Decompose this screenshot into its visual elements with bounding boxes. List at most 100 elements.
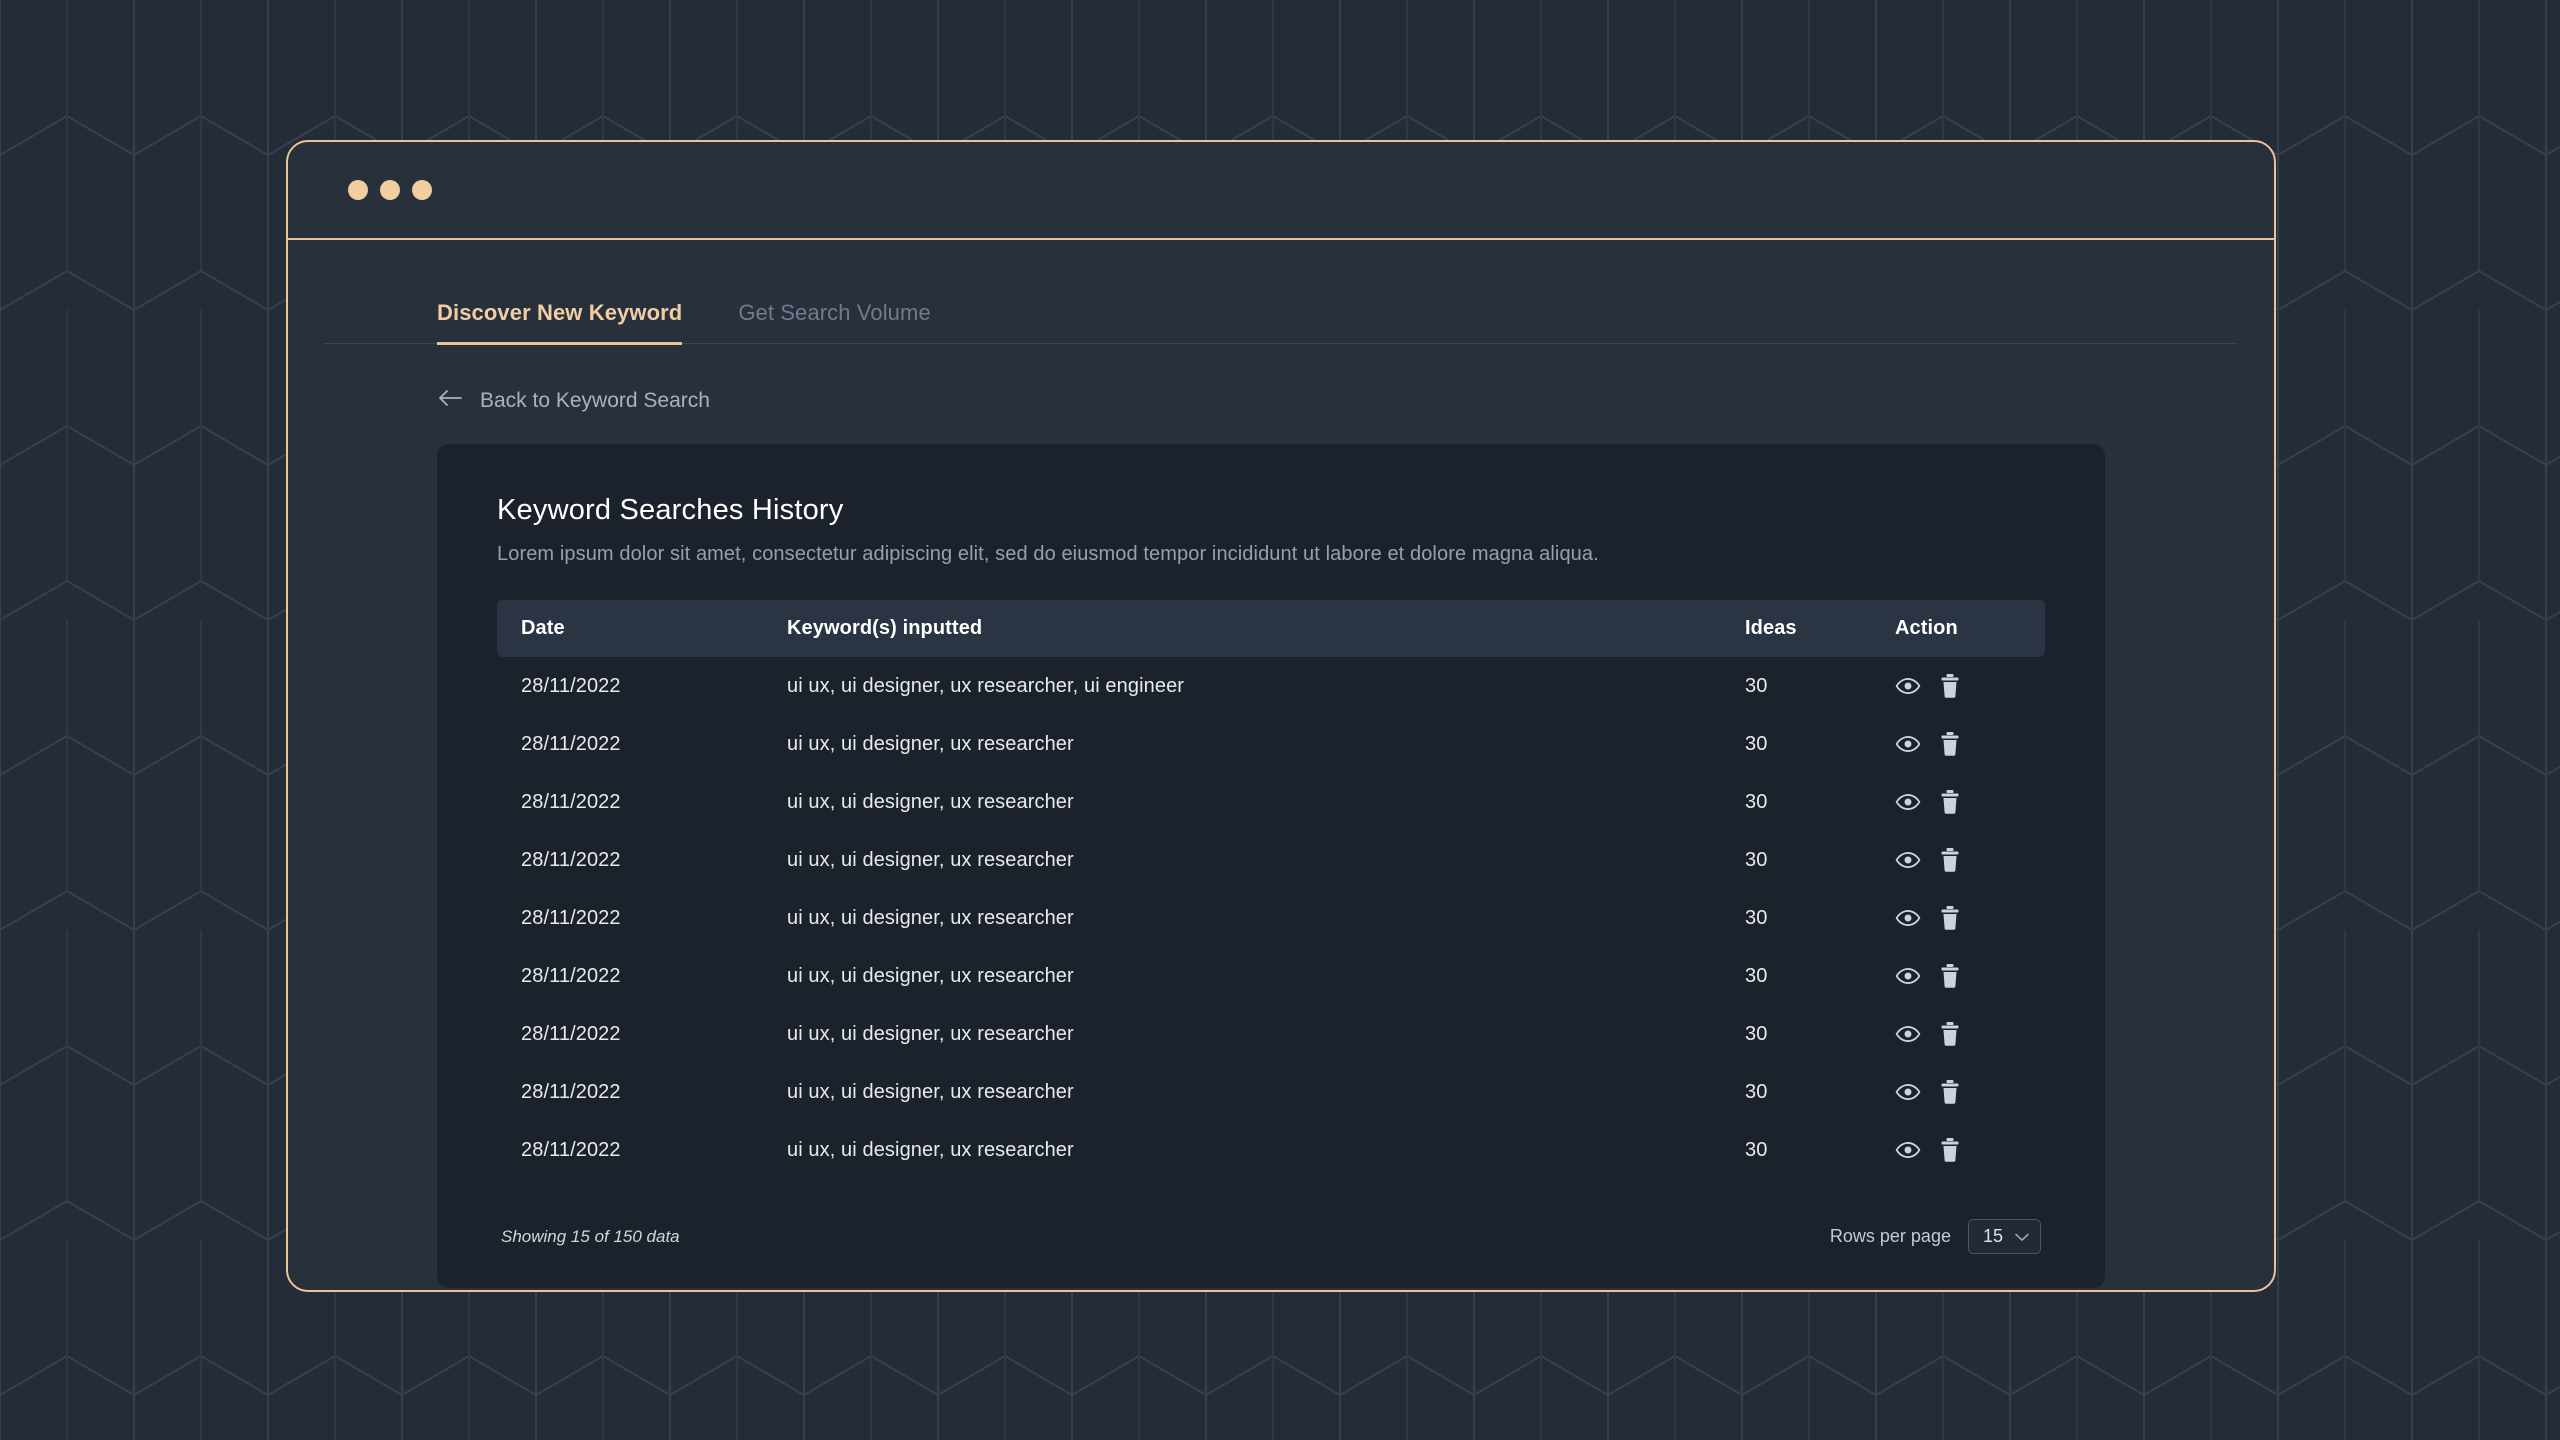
tab-get-search-volume[interactable]: Get Search Volume xyxy=(738,300,930,345)
row-action-group xyxy=(1895,731,2045,757)
column-header-date[interactable]: Date xyxy=(497,600,787,657)
table-row[interactable]: 28/11/2022 ui ux, ui designer, ux researc… xyxy=(497,889,2045,947)
cell-date: 28/11/2022 xyxy=(521,790,621,813)
cell-keywords: ui ux, ui designer, ux researcher xyxy=(787,732,1074,755)
table-row[interactable]: 28/11/2022 ui ux, ui designer, ux researc… xyxy=(497,773,2045,831)
cell-ideas: 30 xyxy=(1745,1080,1768,1103)
eye-icon xyxy=(1895,794,1921,818)
cell-ideas: 30 xyxy=(1745,848,1768,871)
delete-row-button[interactable] xyxy=(1938,905,1962,931)
eye-icon xyxy=(1895,1142,1921,1166)
keyword-history-table: Date Keyword(s) inputted Ideas Action 28… xyxy=(497,600,2045,1179)
cell-keywords: ui ux, ui designer, ux researcher xyxy=(787,1022,1074,1045)
trash-icon xyxy=(1938,848,1962,876)
arrow-left-icon xyxy=(437,388,463,414)
row-action-group xyxy=(1895,847,2045,873)
view-row-button[interactable] xyxy=(1895,1137,1921,1163)
view-row-button[interactable] xyxy=(1895,731,1921,757)
window-content: Discover New Keyword Get Search Volume B… xyxy=(288,300,2274,1290)
cell-ideas: 30 xyxy=(1745,732,1768,755)
window-titlebar xyxy=(288,142,2274,240)
cell-ideas: 30 xyxy=(1745,906,1768,929)
trash-icon xyxy=(1938,906,1962,934)
cell-date: 28/11/2022 xyxy=(521,1138,621,1161)
view-row-button[interactable] xyxy=(1895,673,1921,699)
eye-icon xyxy=(1895,968,1921,992)
cell-actions xyxy=(1895,889,2045,947)
cell-actions xyxy=(1895,657,2045,715)
cell-ideas: 30 xyxy=(1745,790,1768,813)
cell-actions xyxy=(1895,1121,2045,1179)
rows-per-page-control: Rows per page 15 xyxy=(1830,1219,2041,1254)
table-body: 28/11/2022 ui ux, ui designer, ux researc… xyxy=(497,657,2045,1179)
delete-row-button[interactable] xyxy=(1938,789,1962,815)
delete-row-button[interactable] xyxy=(1938,1137,1962,1163)
row-action-group xyxy=(1895,905,2045,931)
row-action-group xyxy=(1895,1021,2045,1047)
eye-icon xyxy=(1895,736,1921,760)
trash-icon xyxy=(1938,964,1962,992)
window-dot-yellow[interactable] xyxy=(380,180,400,200)
view-row-button[interactable] xyxy=(1895,905,1921,931)
delete-row-button[interactable] xyxy=(1938,847,1962,873)
window-dot-red[interactable] xyxy=(348,180,368,200)
cell-actions xyxy=(1895,947,2045,1005)
eye-icon xyxy=(1895,1084,1921,1108)
cell-date: 28/11/2022 xyxy=(521,732,621,755)
eye-icon xyxy=(1895,852,1921,876)
table-row[interactable]: 28/11/2022 ui ux, ui designer, ux researc… xyxy=(497,1121,2045,1179)
tab-label: Get Search Volume xyxy=(738,300,931,325)
table-row[interactable]: 28/11/2022 ui ux, ui designer, ux researc… xyxy=(497,831,2045,889)
cell-date: 28/11/2022 xyxy=(521,906,621,929)
table-header: Date Keyword(s) inputted Ideas Action xyxy=(497,600,2045,657)
view-row-button[interactable] xyxy=(1895,1079,1921,1105)
delete-row-button[interactable] xyxy=(1938,1021,1962,1047)
column-header-keywords[interactable]: Keyword(s) inputted xyxy=(787,600,1745,657)
showing-count-text: Showing 15 of 150 data xyxy=(501,1226,680,1246)
table-footer: Showing 15 of 150 data Rows per page 15 xyxy=(497,1219,2045,1254)
column-header-ideas[interactable]: Ideas xyxy=(1745,600,1895,657)
table-row[interactable]: 28/11/2022 ui ux, ui designer, ux researc… xyxy=(497,1063,2045,1121)
table-row[interactable]: 28/11/2022 ui ux, ui designer, ux researc… xyxy=(497,657,2045,715)
row-action-group xyxy=(1895,1137,2045,1163)
column-header-action: Action xyxy=(1895,617,1958,639)
eye-icon xyxy=(1895,678,1921,702)
cell-keywords: ui ux, ui designer, ux researcher xyxy=(787,848,1074,871)
row-action-group xyxy=(1895,789,2045,815)
view-row-button[interactable] xyxy=(1895,963,1921,989)
cell-actions xyxy=(1895,715,2045,773)
cell-date: 28/11/2022 xyxy=(521,1022,621,1045)
cell-actions xyxy=(1895,773,2045,831)
rows-per-page-label: Rows per page xyxy=(1829,1226,1951,1246)
trash-icon xyxy=(1938,1138,1962,1166)
cell-keywords: ui ux, ui designer, ux researcher xyxy=(787,964,1074,987)
window-dot-green[interactable] xyxy=(412,180,432,200)
tab-discover-new-keyword[interactable]: Discover New Keyword xyxy=(437,300,683,345)
cell-keywords: ui ux, ui designer, ux researcher xyxy=(787,1080,1074,1103)
cell-keywords: ui ux, ui designer, ux researcher, ui en… xyxy=(787,674,1185,697)
trash-icon xyxy=(1938,674,1962,702)
rows-per-page-select[interactable]: 15 xyxy=(1967,1219,2041,1254)
cell-date: 28/11/2022 xyxy=(521,674,621,697)
row-action-group xyxy=(1895,963,2045,989)
delete-row-button[interactable] xyxy=(1938,673,1962,699)
view-row-button[interactable] xyxy=(1895,847,1921,873)
view-row-button[interactable] xyxy=(1895,789,1921,815)
cell-ideas: 30 xyxy=(1745,1138,1768,1161)
table-row[interactable]: 28/11/2022 ui ux, ui designer, ux researc… xyxy=(497,1005,2045,1063)
table-row[interactable]: 28/11/2022 ui ux, ui designer, ux researc… xyxy=(497,715,2045,773)
cell-keywords: ui ux, ui designer, ux researcher xyxy=(787,790,1074,813)
tab-bar: Discover New Keyword Get Search Volume xyxy=(324,300,2238,345)
page-subtitle: Lorem ipsum dolor sit amet, consectetur … xyxy=(497,543,1599,565)
delete-row-button[interactable] xyxy=(1938,1079,1962,1105)
delete-row-button[interactable] xyxy=(1938,963,1962,989)
cell-keywords: ui ux, ui designer, ux researcher xyxy=(787,906,1074,929)
cell-ideas: 30 xyxy=(1745,1022,1768,1045)
eye-icon xyxy=(1895,910,1921,934)
delete-row-button[interactable] xyxy=(1938,731,1962,757)
cell-date: 28/11/2022 xyxy=(521,848,621,871)
back-to-keyword-search-link[interactable]: Back to Keyword Search xyxy=(437,388,710,414)
view-row-button[interactable] xyxy=(1895,1021,1921,1047)
table-header-row: Date Keyword(s) inputted Ideas Action xyxy=(497,600,2045,657)
table-row[interactable]: 28/11/2022 ui ux, ui designer, ux researc… xyxy=(497,947,2045,1005)
